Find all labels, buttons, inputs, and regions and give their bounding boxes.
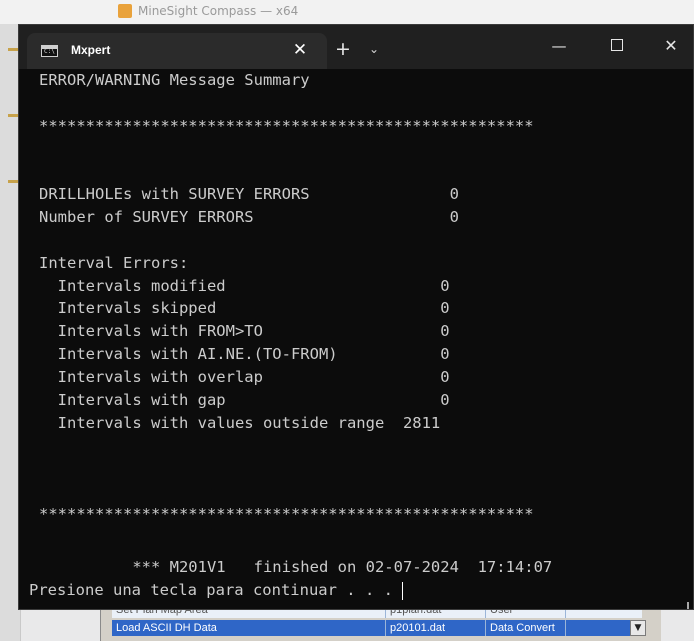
table-cell: Data Convert <box>486 620 566 636</box>
terminal-tab-bar: C:\ Mxpert ✕ + ⌄ — ✕ <box>19 25 693 69</box>
app-icon <box>118 4 132 18</box>
maximize-button[interactable] <box>597 31 637 61</box>
console-line: Intervals with FROM>TO 0 <box>39 322 450 340</box>
console-line: Number of SURVEY ERRORS 0 <box>39 208 459 226</box>
scrollbar-thumb[interactable] <box>687 602 689 609</box>
maximize-icon <box>611 39 623 51</box>
terminal-tab[interactable]: C:\ Mxpert ✕ <box>27 33 327 69</box>
tab-dropdown-icon[interactable]: ⌄ <box>365 39 383 59</box>
background-titlebar: MineSight Compass — x64 <box>0 0 694 24</box>
console-line: ERROR/WARNING Message Summary <box>39 71 310 89</box>
new-tab-icon[interactable]: + <box>333 39 353 59</box>
tab-title: Mxpert <box>71 43 111 57</box>
table-row-selected[interactable]: Load ASCII DH Data p20101.dat Data Conve… <box>112 620 642 636</box>
console-line: Intervals with values outside range 2811 <box>39 414 441 432</box>
console-line: ****************************************… <box>39 505 534 523</box>
console-line: Intervals with gap 0 <box>39 391 450 409</box>
console-prompt-line: Presione una tecla para continuar . . . <box>29 579 404 602</box>
console-prompt: Presione una tecla para continuar . . . <box>29 581 403 599</box>
console-output[interactable]: ERROR/WARNING Message Summary **********… <box>19 69 693 609</box>
console-line: DRILLHOLEs with SURVEY ERRORS 0 <box>39 185 459 203</box>
console-line: Intervals with overlap 0 <box>39 368 450 386</box>
table-cell: Load ASCII DH Data <box>112 620 386 636</box>
tab-close-icon[interactable]: ✕ <box>289 39 311 61</box>
console-line: Intervals with AI.NE.(TO-FROM) 0 <box>39 345 450 363</box>
background-app-title: MineSight Compass — x64 <box>118 2 298 20</box>
console-line: ****************************************… <box>39 117 534 135</box>
console-line: Intervals skipped 0 <box>39 299 450 317</box>
console-line: Interval Errors: <box>39 254 189 272</box>
terminal-window: C:\ Mxpert ✕ + ⌄ — ✕ ERROR/WARNING Messa… <box>18 24 694 610</box>
console-line: *** M201V1 finished on 02-07-2024 17:14:… <box>39 558 553 576</box>
close-window-button[interactable]: ✕ <box>651 31 691 61</box>
text-cursor <box>402 581 404 600</box>
background-app-title-text: MineSight Compass — x64 <box>138 4 299 18</box>
minimize-button[interactable]: — <box>539 31 579 61</box>
console-line: Intervals modified 0 <box>39 277 450 295</box>
dropdown-button[interactable]: ▼ <box>630 620 646 636</box>
console-icon: C:\ <box>41 45 58 57</box>
table-cell: p20101.dat <box>386 620 486 636</box>
